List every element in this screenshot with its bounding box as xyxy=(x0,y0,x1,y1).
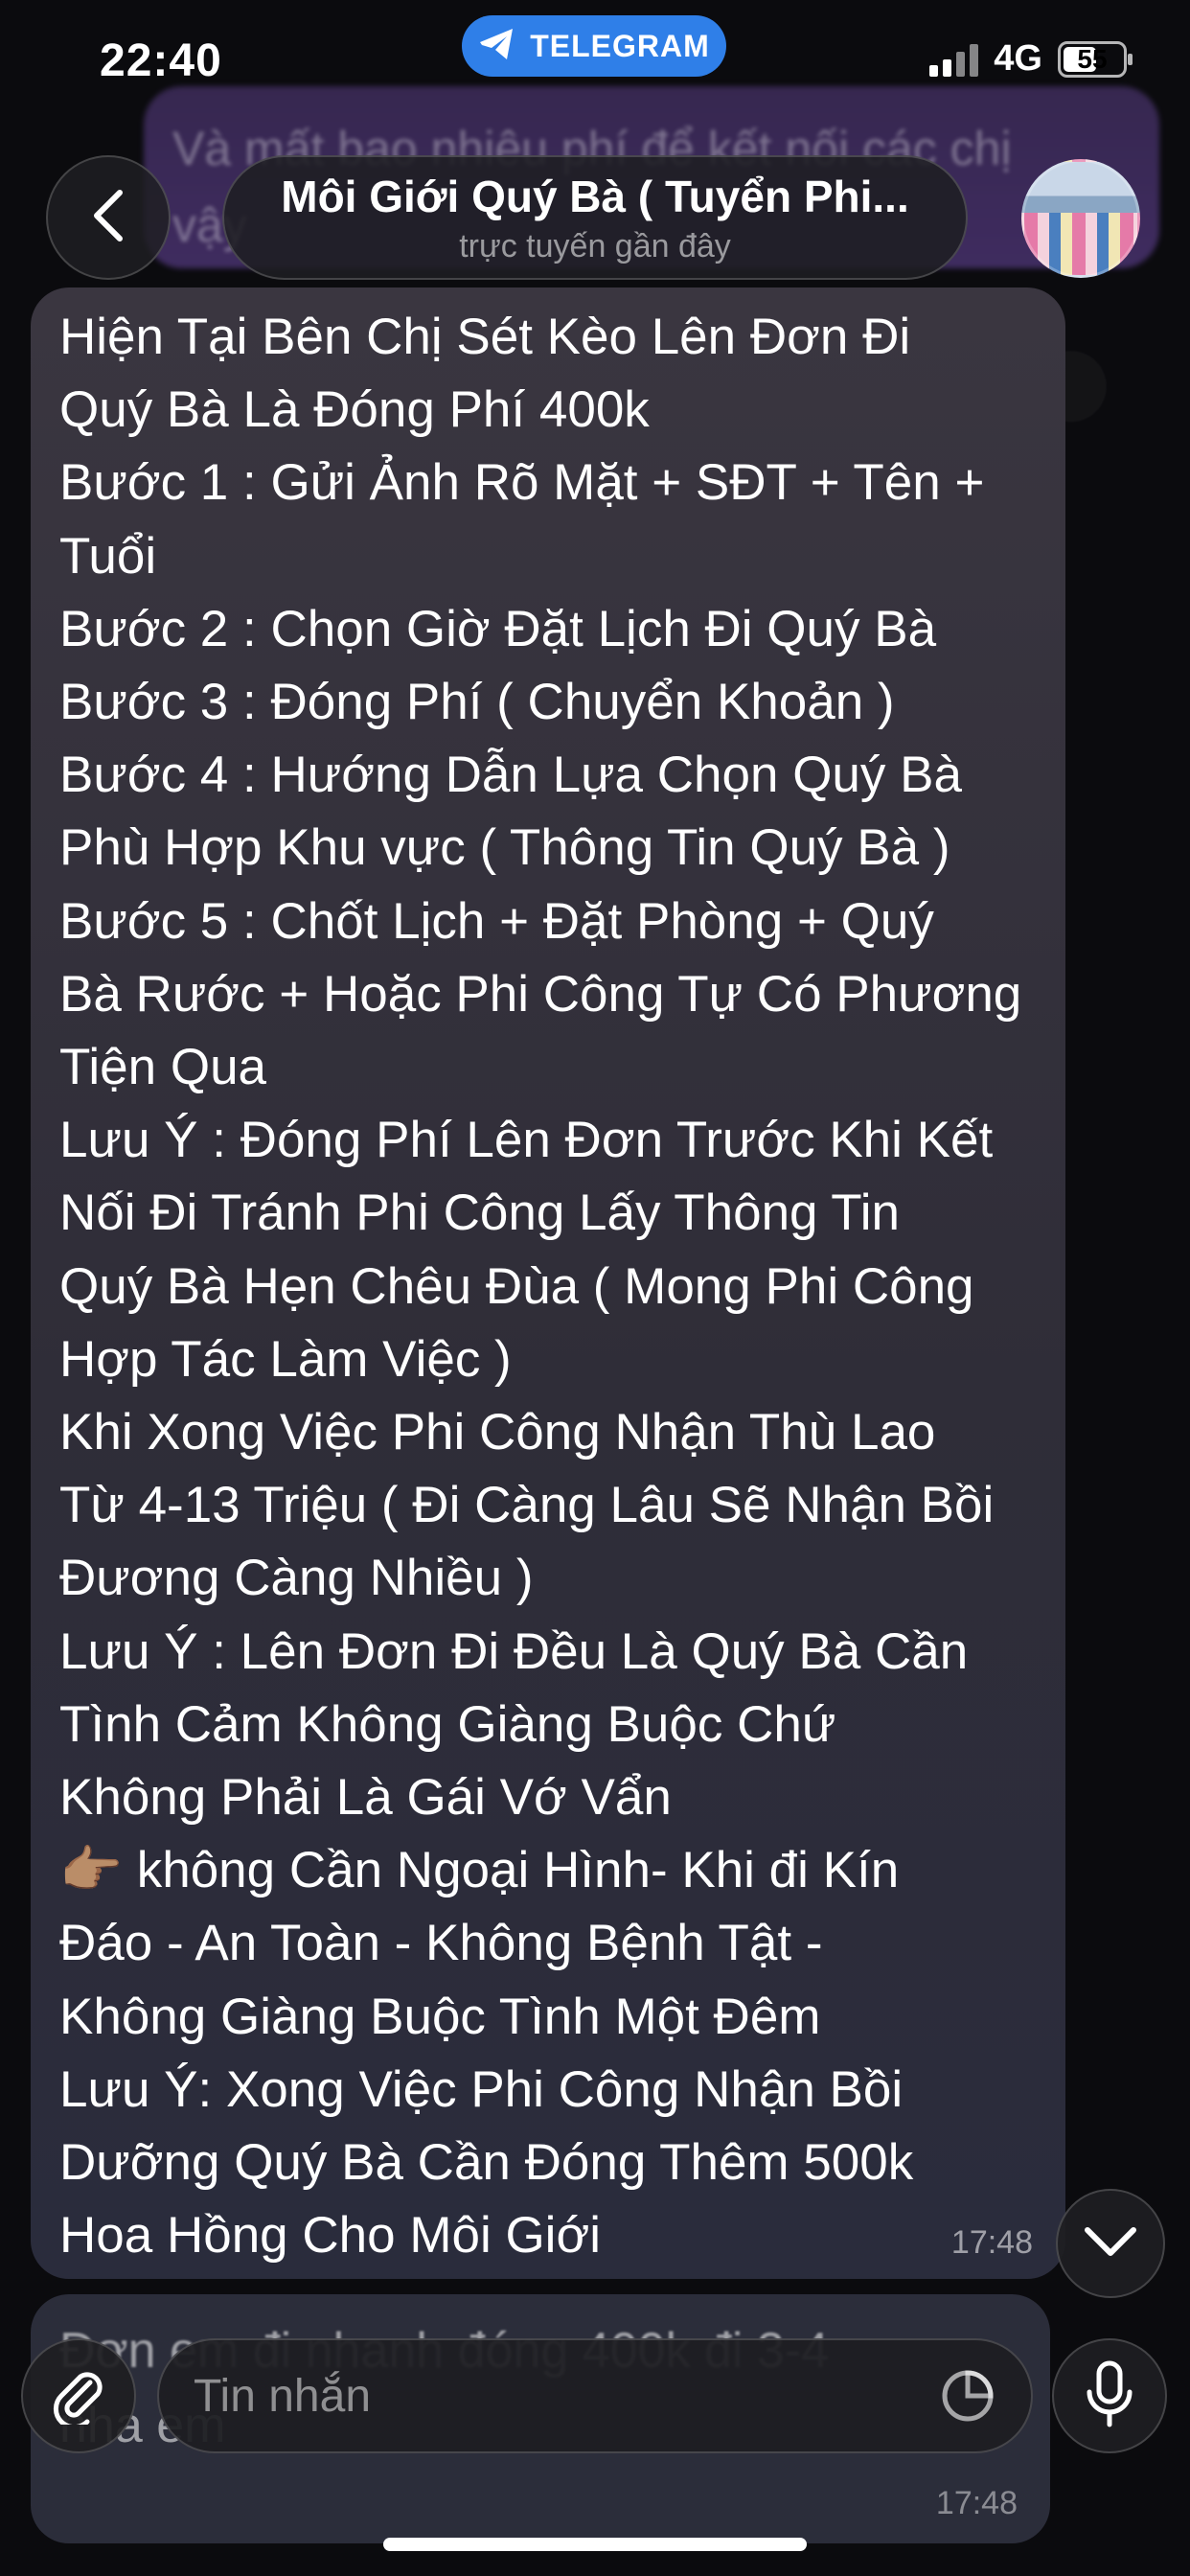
battery-level: 55 xyxy=(1077,43,1108,74)
message-line: Không Giàng Buộc Tình Một Đêm xyxy=(59,1988,821,2045)
telegram-badge-label: TELEGRAM xyxy=(530,28,710,63)
message-input-container[interactable] xyxy=(157,2338,1033,2453)
chat-header[interactable]: Môi Giới Quý Bà ( Tuyển Phi... trực tuyế… xyxy=(222,155,968,280)
message-line: Đương Càng Nhiều ) xyxy=(59,1550,534,1607)
message-line: 👉🏽 không Cần Ngoại Hình- Khi đi Kín xyxy=(59,1842,900,1899)
message-line: Bước 3 : Đóng Phí ( Chuyển Khoản ) xyxy=(59,674,895,731)
message-line: Lưu Ý : Lên Đơn Đi Đều Là Quý Bà Cần xyxy=(59,1622,969,1680)
message-line: Khi Xong Việc Phi Công Nhận Thù Lao xyxy=(59,1404,936,1461)
message-line: Hoa Hồng Cho Môi Giới xyxy=(59,2207,601,2265)
message-bubble[interactable]: Hiện Tại Bên Chị Sét Kèo Lên Đơn Đi Quý B… xyxy=(31,288,1065,2279)
voice-record-button[interactable] xyxy=(1052,2338,1167,2453)
message-line: Bà Rước + Hoặc Phi Công Tự Có Phương xyxy=(59,965,1022,1023)
telegram-plane-icon xyxy=(478,27,516,66)
chat-title: Môi Giới Quý Bà ( Tuyển Phi... xyxy=(281,171,909,221)
message-line: Phù Hợp Khu vực ( Thông Tin Quý Bà ) xyxy=(59,819,950,877)
back-chevron-icon xyxy=(89,187,127,249)
message-line: Quý Bà Hẹn Chêu Đùa ( Mong Phi Công xyxy=(59,1257,974,1315)
message-line: Dưỡng Quý Bà Cần Đóng Thêm 500k xyxy=(59,2134,914,2192)
message-input[interactable] xyxy=(192,2368,937,2424)
message-line: Nối Đi Tránh Phi Công Lấy Thông Tin xyxy=(59,1184,900,1242)
microphone-icon xyxy=(1083,2359,1136,2433)
signal-icon xyxy=(929,42,979,77)
message-line: Tiện Qua xyxy=(59,1039,267,1096)
battery-icon: 55 xyxy=(1058,40,1133,78)
message-line: Lưu Ý : Đóng Phí Lên Đơn Trước Khi Kết xyxy=(59,1112,994,1169)
sticker-icon[interactable] xyxy=(937,2365,998,2426)
message-line: Bước 5 : Chốt Lịch + Đặt Phòng + Quý xyxy=(59,892,934,950)
message-line: Lưu Ý: Xong Việc Phi Công Nhận Bồi xyxy=(59,2060,904,2118)
chat-avatar[interactable] xyxy=(1021,159,1140,278)
message-line: Bước 2 : Chọn Giờ Đặt Lịch Đi Quý Bà xyxy=(59,600,937,657)
chat-status: trực tuyến gần đây xyxy=(459,227,731,264)
message-line: Tình Cảm Không Giàng Buộc Chứ xyxy=(59,1695,836,1753)
network-type: 4G xyxy=(994,38,1042,79)
message-line: Quý Bà Là Đóng Phí 400k xyxy=(59,381,650,439)
message-text: Hiện Tại Bên Chị Sét Kèo Lên Đơn Đi Quý B… xyxy=(59,301,1037,2272)
message-line: Tuổi xyxy=(59,527,157,585)
status-time: 22:40 xyxy=(100,35,222,86)
home-indicator xyxy=(383,2538,807,2551)
status-indicators: 4G 55 xyxy=(929,38,1133,80)
message-2-time: 17:48 xyxy=(935,2485,1018,2521)
paperclip-icon xyxy=(48,2363,109,2429)
message-line: Không Phải Là Gái Vớ Vẩn xyxy=(59,1769,672,1827)
message-time: 17:48 xyxy=(950,2224,1033,2261)
message-line: Hợp Tác Làm Việc ) xyxy=(59,1330,512,1388)
scroll-down-button[interactable] xyxy=(1056,2189,1165,2298)
telegram-return-pill[interactable]: TELEGRAM xyxy=(462,15,726,77)
message-line: Bước 1 : Gửi Ảnh Rõ Mặt + SĐT + Tên + xyxy=(59,454,985,512)
message-line: Bước 4 : Hướng Dẫn Lựa Chọn Quý Bà xyxy=(59,747,962,804)
attach-button[interactable] xyxy=(21,2338,136,2453)
chevron-down-icon xyxy=(1082,2224,1139,2264)
message-line: Hiện Tại Bên Chị Sét Kèo Lên Đơn Đi xyxy=(59,309,911,365)
message-line: Đáo - An Toàn - Không Bệnh Tật - xyxy=(59,1915,823,1972)
message-line: Từ 4-13 Triệu ( Đi Càng Lâu Sẽ Nhận Bồi xyxy=(59,1477,995,1534)
back-button[interactable] xyxy=(46,155,171,280)
